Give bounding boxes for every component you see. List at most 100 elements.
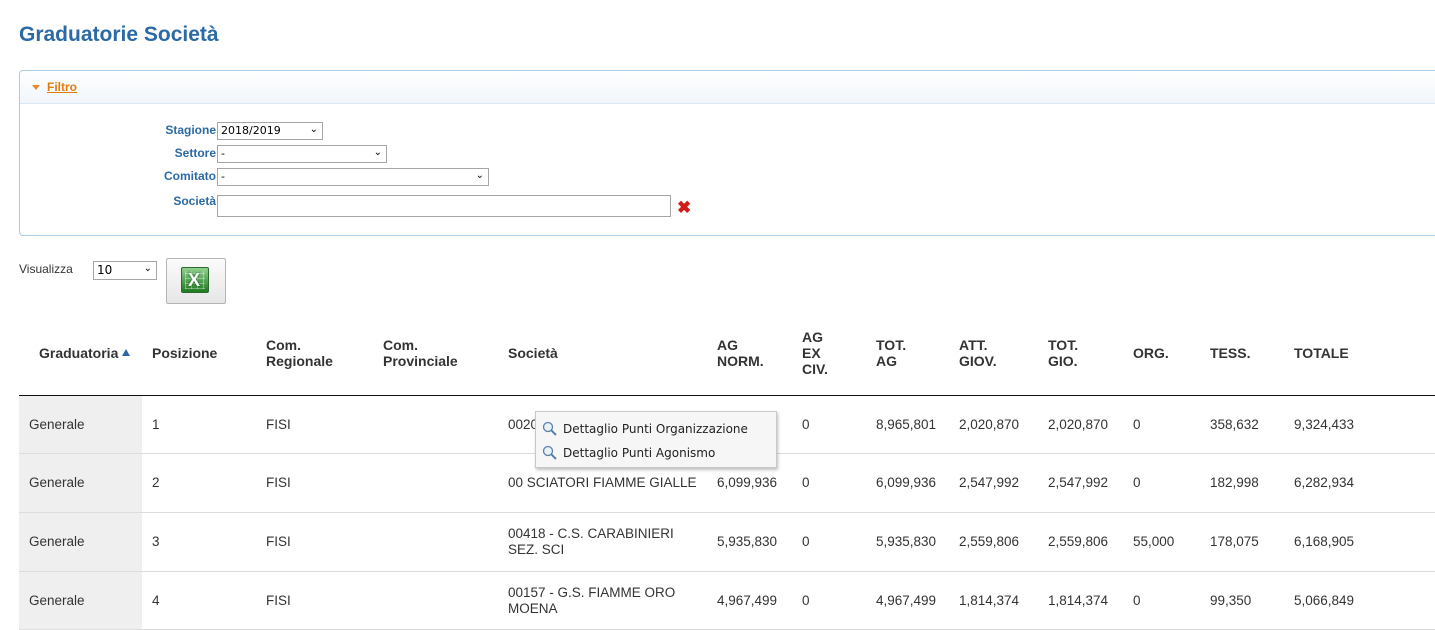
visualizza-label: Visualizza: [19, 262, 73, 276]
menu-item-label: Dettaglio Punti Organizzazione: [563, 422, 748, 436]
page-size-select[interactable]: 10 ⌄: [93, 261, 157, 280]
column-header-ag-norm[interactable]: AG NORM.: [707, 310, 792, 396]
stagione-value: 2018/2019: [221, 124, 281, 137]
cell-tess: 182,998: [1200, 453, 1284, 513]
cell-org: 0: [1123, 395, 1200, 454]
cell-ag-ex-civ: 0: [792, 453, 866, 513]
cell-att-giov: 2,020,870: [949, 395, 1038, 454]
comitato-value: -: [221, 170, 225, 183]
chevron-down-icon: ⌄: [143, 263, 152, 274]
stagione-label: Stagione: [165, 123, 216, 137]
stagione-select[interactable]: 2018/2019 ⌄: [217, 122, 323, 140]
table-row[interactable]: Generale 3 FISI 00418 - C.S. CARABINIERI…: [19, 512, 1435, 572]
sort-ascending-icon: [122, 348, 131, 356]
cell-tot-gio: 2,020,870: [1038, 395, 1123, 454]
cell-com-provinciale: [373, 571, 498, 630]
cell-org: 0: [1123, 571, 1200, 630]
magnifier-icon: [542, 445, 557, 460]
cell-posizione: 3: [142, 512, 256, 572]
menu-item-dettaglio-organizzazione[interactable]: Dettaglio Punti Organizzazione: [536, 417, 776, 441]
chevron-down-icon: ⌄: [475, 170, 484, 181]
table-row[interactable]: Generale 4 FISI 00157 - G.S. FIAMME ORO …: [19, 571, 1435, 630]
cell-tess: 358,632: [1200, 395, 1284, 454]
column-header-att-giov[interactable]: ATT. GIOV.: [949, 310, 1038, 396]
cell-ag-norm: 4,967,499: [707, 571, 792, 630]
cell-com-regionale: FISI: [256, 395, 373, 454]
cell-com-regionale: FISI: [256, 453, 373, 513]
filter-link[interactable]: Filtro: [47, 80, 77, 94]
menu-item-label: Dettaglio Punti Agonismo: [563, 446, 716, 460]
cell-totale: 6,282,934: [1284, 453, 1435, 513]
chevron-down-icon: ⌄: [309, 124, 318, 135]
cell-ag-ex-civ: 0: [792, 395, 866, 454]
filter-header: Filtro: [20, 71, 1435, 104]
column-header-com-regionale[interactable]: Com. Regionale: [256, 310, 373, 396]
cell-att-giov: 2,559,806: [949, 512, 1038, 572]
menu-item-dettaglio-agonismo[interactable]: Dettaglio Punti Agonismo: [536, 441, 776, 465]
cell-graduatoria: Generale: [19, 512, 142, 572]
settore-label: Settore: [174, 146, 216, 160]
cell-posizione: 4: [142, 571, 256, 630]
column-header-tot-ag[interactable]: TOT. AG: [866, 310, 949, 396]
excel-icon: X: [181, 267, 209, 293]
caret-down-icon: [32, 85, 40, 90]
cell-tot-ag: 8,965,801: [866, 395, 949, 454]
settore-select[interactable]: - ⌄: [217, 145, 387, 163]
filter-panel: Filtro Stagione 2018/2019 ⌄ Settore - ⌄ …: [19, 70, 1435, 236]
cell-ag-ex-civ: 0: [792, 512, 866, 572]
table-header-row: Graduatoria Posizione Com. Regionale Com.…: [19, 310, 1435, 396]
cell-societa[interactable]: 00157 - G.S. FIAMME ORO MOENA: [498, 571, 707, 630]
excel-icon-glyph: X: [188, 270, 201, 290]
page-size-value: 10: [97, 263, 113, 277]
column-header-societa[interactable]: Società: [498, 310, 707, 396]
page-title: Graduatorie Società: [19, 23, 219, 46]
cell-totale: 6,168,905: [1284, 512, 1435, 572]
cell-com-provinciale: [373, 395, 498, 454]
column-header-org[interactable]: ORG.: [1123, 310, 1200, 396]
cell-tot-gio: 1,814,374: [1038, 571, 1123, 630]
cell-totale: 9,324,433: [1284, 395, 1435, 454]
chevron-down-icon: ⌄: [373, 147, 382, 158]
cell-tot-ag: 6,099,936: [866, 453, 949, 513]
cell-tot-gio: 2,559,806: [1038, 512, 1123, 572]
comitato-select[interactable]: - ⌄: [217, 168, 489, 186]
cell-com-regionale: FISI: [256, 512, 373, 572]
cell-com-regionale: FISI: [256, 571, 373, 630]
societa-input[interactable]: [217, 195, 671, 217]
comitato-label: Comitato: [164, 169, 216, 183]
cell-tot-gio: 2,547,992: [1038, 453, 1123, 513]
clear-icon[interactable]: ✖: [677, 199, 691, 216]
cell-tot-ag: 5,935,830: [866, 512, 949, 572]
cell-posizione: 2: [142, 453, 256, 513]
societa-label: Società: [173, 194, 216, 208]
cell-org: 55,000: [1123, 512, 1200, 572]
cell-att-giov: 2,547,992: [949, 453, 1038, 513]
cell-tess: 99,350: [1200, 571, 1284, 630]
cell-posizione: 1: [142, 395, 256, 454]
column-header-totale[interactable]: TOTALE: [1284, 310, 1435, 396]
cell-graduatoria: Generale: [19, 571, 142, 630]
column-header-tess[interactable]: TESS.: [1200, 310, 1284, 396]
cell-totale: 5,066,849: [1284, 571, 1435, 630]
excel-export-button[interactable]: X: [166, 258, 226, 304]
cell-org: 0: [1123, 453, 1200, 513]
cell-graduatoria: Generale: [19, 453, 142, 513]
cell-ag-ex-civ: 0: [792, 571, 866, 630]
column-header-posizione[interactable]: Posizione: [142, 310, 256, 396]
cell-tot-ag: 4,967,499: [866, 571, 949, 630]
context-menu: Dettaglio Punti Organizzazione Dettaglio…: [535, 411, 777, 468]
column-header-graduatoria[interactable]: Graduatoria: [19, 310, 142, 396]
ranking-table: Graduatoria Posizione Com. Regionale Com.…: [19, 310, 1435, 630]
column-header-com-provinciale[interactable]: Com. Provinciale: [373, 310, 498, 396]
cell-graduatoria: Generale: [19, 395, 142, 454]
cell-com-provinciale: [373, 512, 498, 572]
cell-societa[interactable]: 00418 - C.S. CARABINIERI SEZ. SCI: [498, 512, 707, 572]
column-header-ag-ex-civ[interactable]: AG EX CIV.: [792, 310, 866, 396]
cell-att-giov: 1,814,374: [949, 571, 1038, 630]
magnifier-icon: [542, 421, 557, 436]
settore-value: -: [221, 147, 225, 160]
filter-toggle[interactable]: Filtro: [32, 80, 77, 94]
cell-ag-norm: 5,935,830: [707, 512, 792, 572]
column-header-tot-gio[interactable]: TOT. GIO.: [1038, 310, 1123, 396]
cell-com-provinciale: [373, 453, 498, 513]
